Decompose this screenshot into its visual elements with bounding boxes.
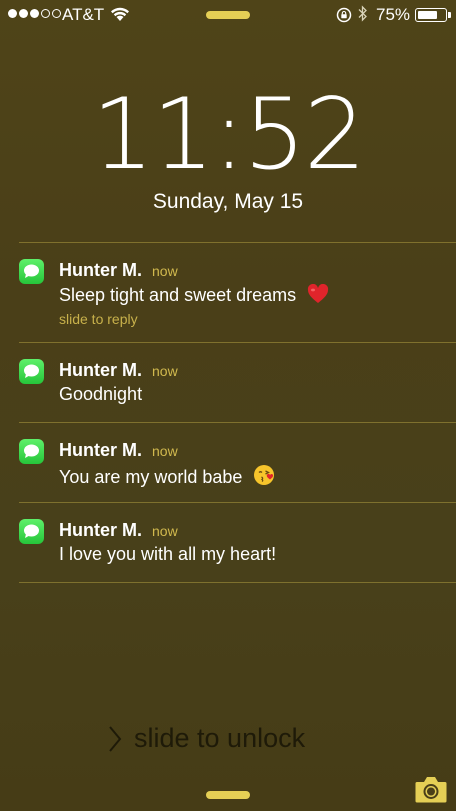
signal-dot: [52, 9, 61, 18]
notification-time: now: [152, 263, 178, 279]
notification-item[interactable]: Hunter M. now Sleep tight and sweet dream…: [19, 243, 456, 342]
face-blowing-kiss-emoji-icon: [254, 465, 275, 485]
notification-time: now: [152, 523, 178, 539]
sender-name: Hunter M.: [59, 360, 142, 380]
signal-dot: [41, 9, 50, 18]
messages-icon: [19, 439, 44, 464]
camera-icon[interactable]: [414, 774, 448, 804]
sender-name: Hunter M.: [59, 260, 142, 280]
lock-screen-date: Sunday, May 15: [152, 190, 304, 213]
slide-to-unlock[interactable]: slide to unlock: [108, 723, 305, 754]
wifi-icon: [111, 7, 129, 21]
red-heart-emoji-icon: [308, 284, 329, 303]
battery-fill: [417, 10, 437, 19]
notification-message: You are my world babe: [59, 464, 275, 488]
signal-dot: [19, 9, 28, 18]
signal-dot: [8, 9, 17, 18]
notification-message: Sleep tight and sweet dreams: [59, 284, 329, 306]
notification-time: now: [152, 443, 178, 459]
notification-message: Goodnight: [59, 384, 142, 405]
lock-screen-clock: 11:52: [91, 78, 366, 192]
messages-icon: [19, 359, 44, 384]
notification-time: now: [152, 363, 178, 379]
message-text: I love you with all my heart!: [59, 544, 277, 564]
chevron-right-icon: [109, 725, 122, 752]
message-text: You are my world babe: [59, 467, 243, 487]
control-center-grabber[interactable]: [206, 791, 250, 799]
message-text: Sleep tight and sweet dreams: [59, 285, 297, 305]
slide-to-unlock-label: slide to unlock: [134, 723, 306, 753]
message-text: Goodnight: [59, 384, 143, 404]
divider: [19, 582, 456, 583]
notification-center-grabber[interactable]: [206, 11, 250, 19]
notification-sender: Hunter M. now: [59, 360, 178, 381]
battery-percentage: 75%: [376, 5, 411, 24]
orientation-lock-icon: [336, 7, 352, 23]
sender-name: Hunter M.: [59, 440, 142, 460]
sender-name: Hunter M.: [59, 520, 142, 540]
notification-sender: Hunter M. now: [59, 260, 178, 281]
status-bar: AT&T 75%: [0, 0, 456, 30]
notification-message: I love you with all my heart!: [59, 544, 276, 565]
notification-list: Hunter M. now Sleep tight and sweet dream…: [19, 242, 456, 583]
bluetooth-icon: [358, 5, 367, 22]
notification-sender: Hunter M. now: [59, 440, 178, 461]
notification-item[interactable]: Hunter M. now Goodnight: [19, 343, 456, 422]
messages-icon: [19, 519, 44, 544]
battery-icon: [415, 8, 447, 22]
battery-tip: [448, 12, 451, 18]
notification-item[interactable]: Hunter M. now I love you with all my hear…: [19, 503, 456, 582]
slide-to-reply-hint: slide to reply: [59, 311, 138, 327]
carrier-name: AT&T: [62, 5, 105, 24]
messages-icon: [19, 259, 44, 284]
notification-sender: Hunter M. now: [59, 520, 178, 541]
signal-dot: [30, 9, 39, 18]
notification-item[interactable]: Hunter M. now You are my world babe: [19, 423, 456, 502]
signal-strength-icon: [8, 9, 61, 18]
